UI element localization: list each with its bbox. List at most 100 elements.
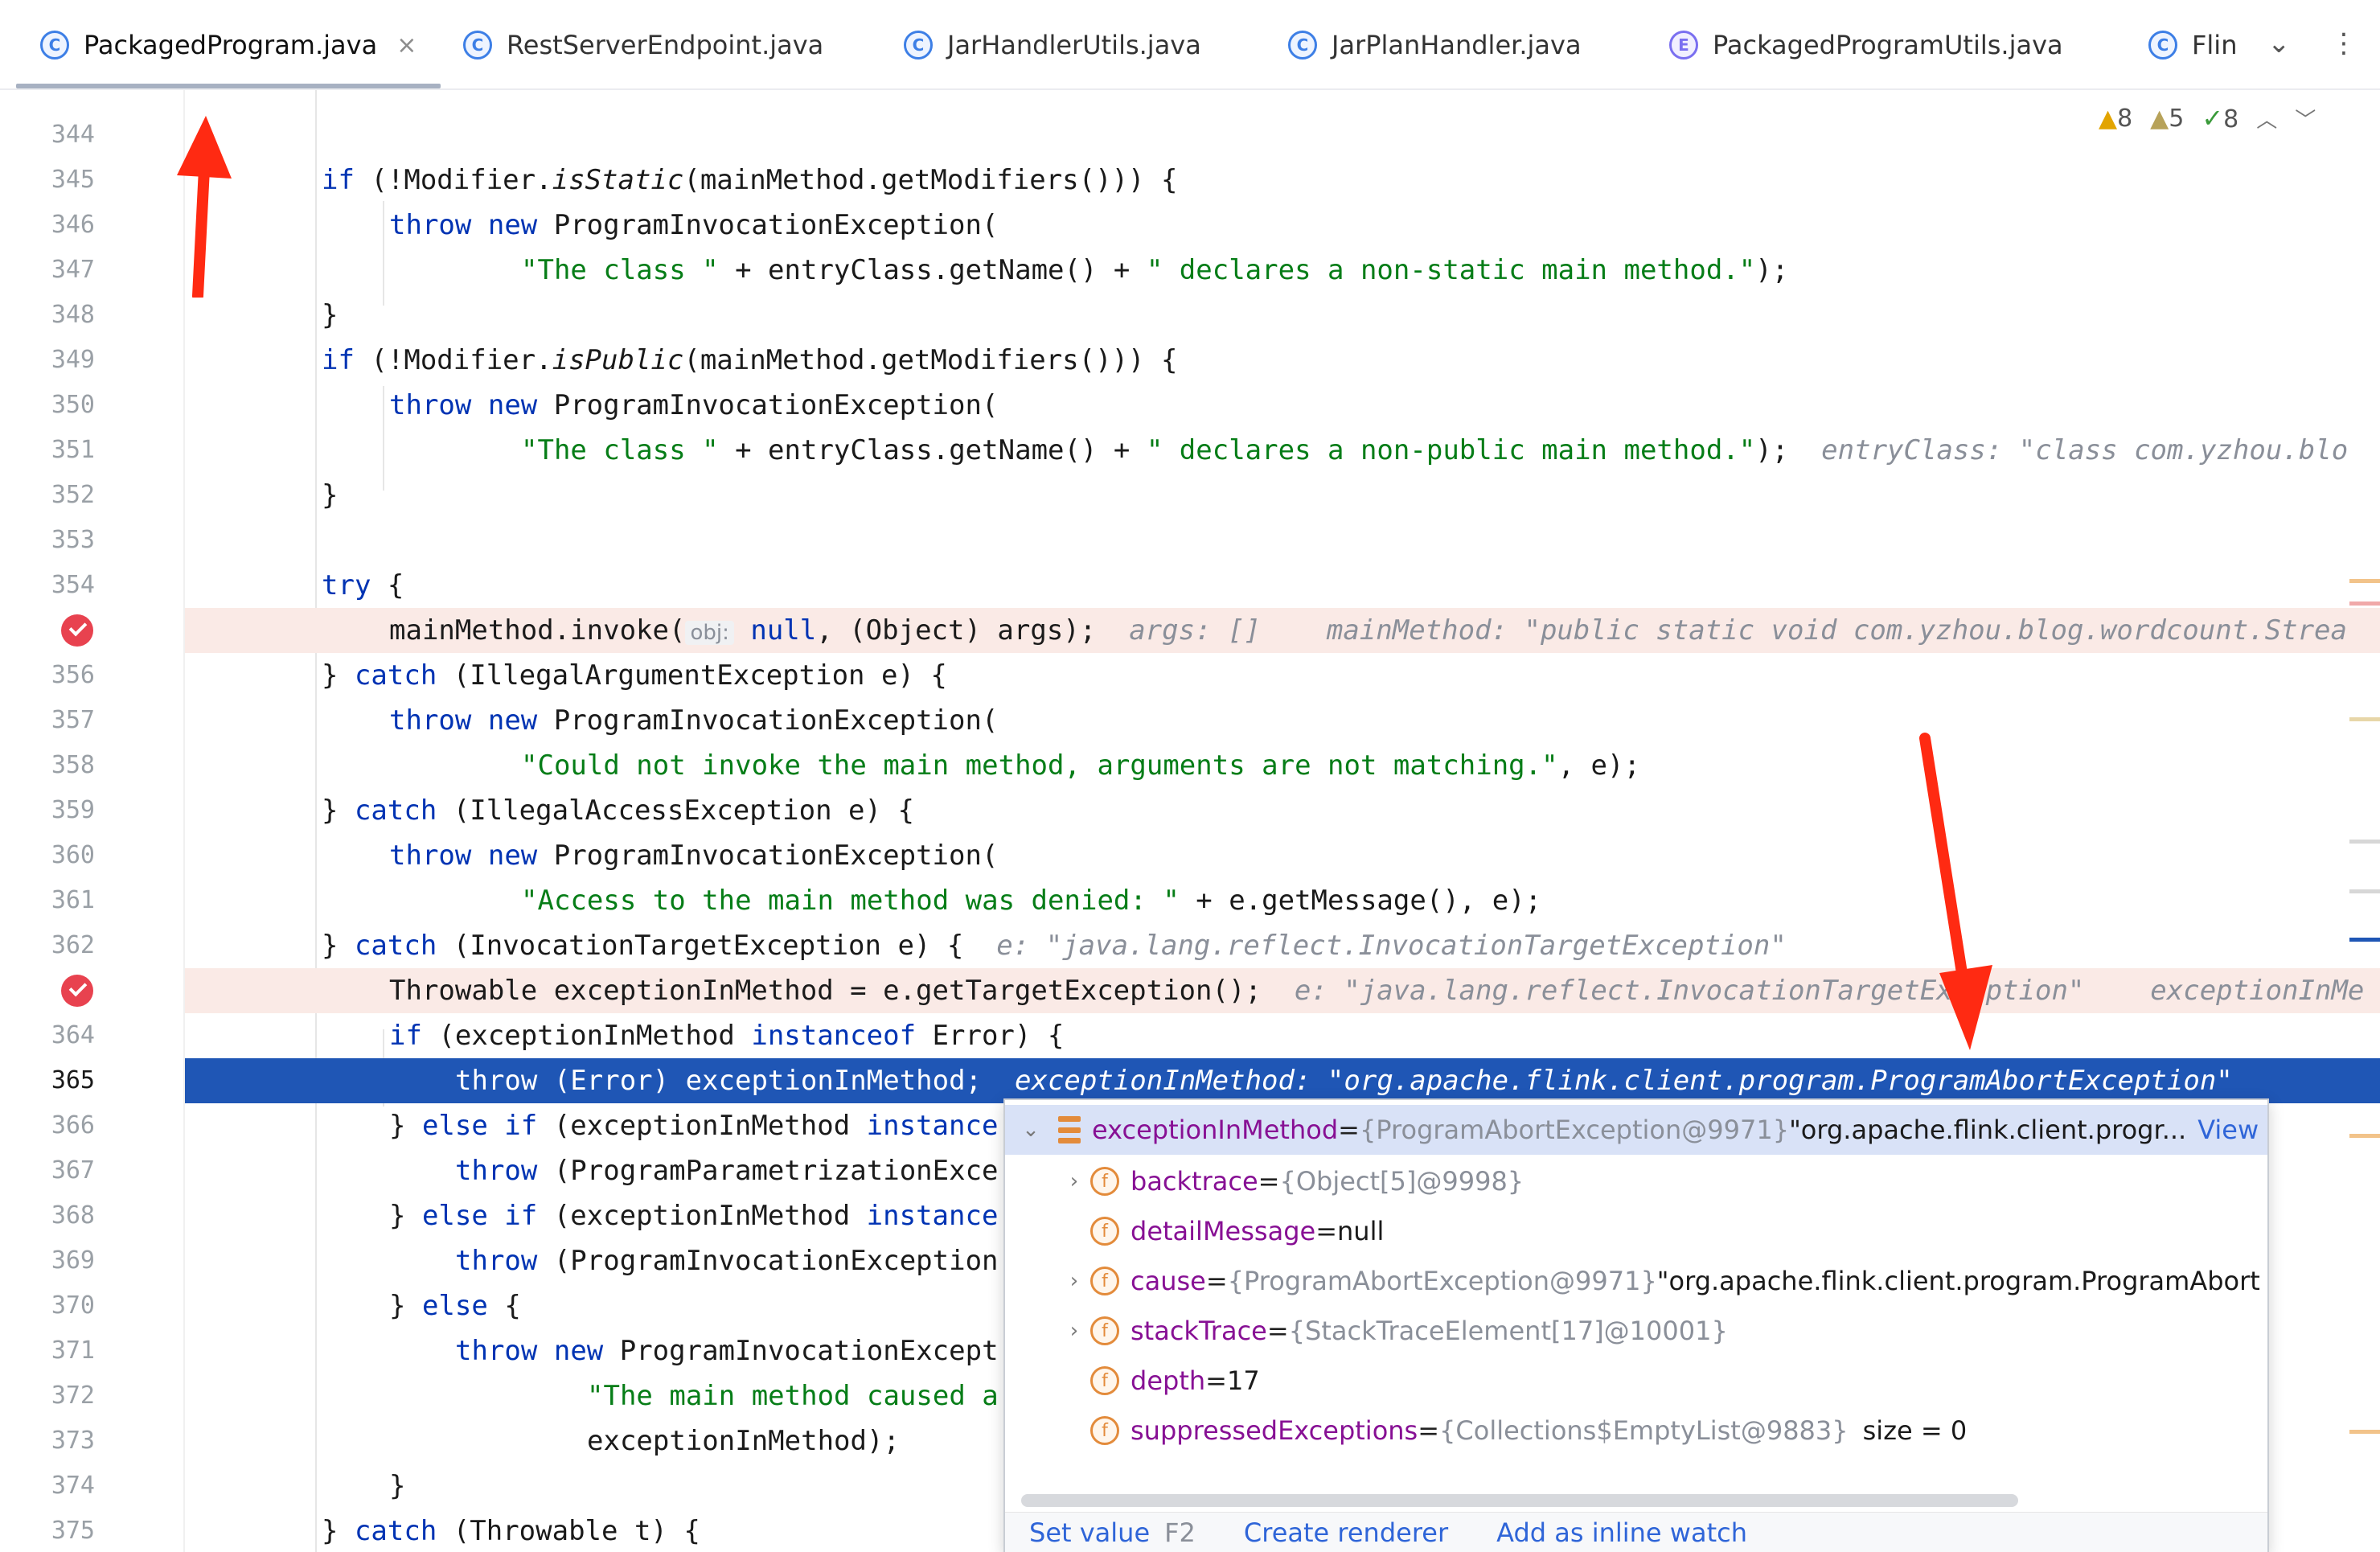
line-number: 352 <box>51 481 95 509</box>
chevron-right-icon[interactable]: › <box>1058 1269 1090 1293</box>
debug-value-popup[interactable]: ⌄ exceptionInMethod = {ProgramAbortExcep… <box>1003 1098 2269 1552</box>
view-link[interactable]: View <box>2197 1115 2259 1145</box>
tab-jarhandlerutils[interactable]: C JarHandlerUtils.java <box>904 0 1201 90</box>
tree-row-field[interactable]: f depth = 17 <box>1005 1356 2267 1406</box>
scroll-marker[interactable] <box>2349 840 2380 844</box>
line-number: 360 <box>51 841 95 869</box>
chevron-right-icon[interactable]: › <box>1058 1169 1090 1193</box>
create-renderer-link[interactable]: Create renderer <box>1244 1517 1448 1548</box>
set-value-link[interactable]: Set value F2 <box>1029 1517 1196 1548</box>
line-number: 357 <box>51 706 95 734</box>
chevron-down-icon[interactable]: ⌄ <box>2267 27 2291 60</box>
ok-indicator[interactable]: ✓8 <box>2202 103 2238 133</box>
code-line[interactable]: 358 "Could not invoke the main method, a… <box>0 743 2380 788</box>
inspection-widget[interactable]: ▲8 ▲5 ✓8 ︿ ﹀ <box>2099 103 2316 133</box>
warning-icon: ▲ <box>2099 104 2118 133</box>
line-number: 347 <box>51 256 95 284</box>
code-text: throw (ProgramInvocationException <box>455 1245 999 1277</box>
code-line[interactable]: 353 <box>0 518 2380 563</box>
code-line[interactable]: 347 "The class " + entryClass.getName() … <box>0 248 2380 293</box>
line-number: 366 <box>51 1111 95 1139</box>
code-line-breakpoint[interactable]: Throwable exceptionInMethod = e.getTarge… <box>185 968 2380 1013</box>
code-line[interactable]: 345 if (!Modifier.isStatic(mainMethod.ge… <box>0 158 2380 203</box>
code-text: } <box>322 299 339 331</box>
chevron-right-icon[interactable]: › <box>1058 1319 1090 1343</box>
code-text: } else if (exceptionInMethod instance <box>389 1200 999 1232</box>
code-text: exceptionInMethod); <box>587 1425 900 1457</box>
line-number: 346 <box>51 211 95 239</box>
line-number: 369 <box>51 1246 95 1275</box>
horizontal-scrollbar[interactable] <box>1021 1494 2018 1507</box>
scroll-marker[interactable] <box>2349 938 2380 942</box>
breakpoint-icon[interactable] <box>61 975 93 1007</box>
tree-row-field[interactable]: › f backtrace = {Object[5]@9998} <box>1005 1156 2267 1206</box>
scroll-marker[interactable] <box>2349 1430 2380 1434</box>
warnings-indicator[interactable]: ▲5 <box>2150 105 2184 133</box>
close-icon[interactable]: × <box>396 31 416 60</box>
inline-debug-hint: exceptionInMe <box>2150 975 2365 1007</box>
tree-row-field[interactable]: f suppressedExceptions = {Collections$Em… <box>1005 1406 2267 1456</box>
class-icon: C <box>1288 31 1317 60</box>
code-line[interactable]: 356 } catch (IllegalArgumentException e)… <box>0 653 2380 698</box>
current-line-number: 365 <box>0 1058 185 1103</box>
line-number: 371 <box>51 1336 95 1365</box>
line-number: 370 <box>51 1291 95 1320</box>
code-line[interactable]: 348 } <box>0 293 2380 338</box>
errors-indicator[interactable]: ▲8 <box>2099 105 2132 133</box>
code-line[interactable]: 354 try { <box>0 563 2380 608</box>
code-line[interactable]: 346 throw new ProgramInvocationException… <box>0 203 2380 248</box>
tab-restserverendpoint[interactable]: C RestServerEndpoint.java <box>463 0 823 90</box>
code-line[interactable]: 359 } catch (IllegalAccessException e) { <box>0 788 2380 833</box>
code-line-breakpoint[interactable]: mainMethod.invoke(obj: null, (Object) ar… <box>185 608 2380 653</box>
code-line[interactable]: 351 "The class " + entryClass.getName() … <box>0 428 2380 473</box>
tree-row-field[interactable]: › f stackTrace = {StackTraceElement[17]@… <box>1005 1306 2267 1356</box>
line-number: 362 <box>51 931 95 959</box>
active-tab-indicator <box>16 84 441 88</box>
line-number: 372 <box>51 1382 95 1410</box>
line-number: 345 <box>51 166 95 194</box>
code-text: "Access to the main method was denied: "… <box>521 885 1542 917</box>
line-number: 374 <box>51 1472 95 1500</box>
add-inline-watch-link[interactable]: Add as inline watch <box>1496 1517 1747 1548</box>
line-number: 367 <box>51 1156 95 1185</box>
inline-debug-hint: entryClass: "class com.yzhou.blo <box>1821 434 2349 466</box>
chevron-down-icon[interactable]: ⌄ <box>1015 1118 1047 1142</box>
code-line[interactable]: 349 if (!Modifier.isPublic(mainMethod.ge… <box>0 338 2380 383</box>
line-number: 348 <box>51 301 95 329</box>
chevron-down-icon[interactable]: ﹀ <box>2295 104 2316 133</box>
code-line[interactable]: 352 } <box>0 473 2380 518</box>
tab-jarplanhandler[interactable]: C JarPlanHandler.java <box>1288 0 1582 90</box>
code-text: throw new ProgramInvocationException( <box>389 840 999 872</box>
code-line[interactable]: 350 throw new ProgramInvocationException… <box>0 383 2380 428</box>
tab-packagedprogramutils[interactable]: E PackagedProgramUtils.java <box>1669 0 2063 90</box>
code-line[interactable]: 364 if (exceptionInMethod instanceof Err… <box>0 1013 2380 1058</box>
tree-row-root[interactable]: ⌄ exceptionInMethod = {ProgramAbortExcep… <box>1005 1105 2267 1155</box>
scroll-marker[interactable] <box>2349 579 2380 583</box>
scroll-marker[interactable] <box>2349 1134 2380 1138</box>
code-text: } catch (IllegalAccessException e) { <box>322 794 914 827</box>
tree-row-field[interactable]: f detailMessage = null <box>1005 1206 2267 1256</box>
line-number: 356 <box>51 661 95 689</box>
tab-label: PackagedProgram.java <box>84 30 378 60</box>
tab-packagedprogram[interactable]: C PackagedProgram.java × <box>40 0 416 90</box>
code-line[interactable]: 362 } catch (InvocationTargetException e… <box>0 923 2380 968</box>
breakpoint-icon[interactable] <box>61 614 93 647</box>
line-number: 344 <box>51 121 95 149</box>
code-line[interactable]: 357 throw new ProgramInvocationException… <box>0 698 2380 743</box>
scroll-marker[interactable] <box>2349 602 2380 606</box>
code-line[interactable]: 344 <box>0 113 2380 158</box>
current-execution-line[interactable]: throw (Error) exceptionInMethod; excepti… <box>185 1058 2380 1103</box>
more-options-icon[interactable]: ⋮ <box>2330 27 2357 60</box>
code-line[interactable]: 361 "Access to the main method was denie… <box>0 878 2380 923</box>
tree-row-field[interactable]: › f cause = {ProgramAbortException@9971}… <box>1005 1256 2267 1306</box>
tab-flink[interactable]: C Flin <box>2148 0 2237 90</box>
code-line[interactable]: 360 throw new ProgramInvocationException… <box>0 833 2380 878</box>
field-icon: f <box>1090 1267 1119 1295</box>
chevron-up-icon[interactable]: ︿ <box>2256 104 2277 133</box>
line-number: 354 <box>51 571 95 599</box>
weak-warning-icon: ▲ <box>2150 104 2169 133</box>
scroll-marker[interactable] <box>2349 889 2380 893</box>
scroll-marker[interactable] <box>2349 717 2380 721</box>
code-text: } else { <box>389 1290 521 1322</box>
code-text: } else if (exceptionInMethod instance <box>389 1110 999 1142</box>
